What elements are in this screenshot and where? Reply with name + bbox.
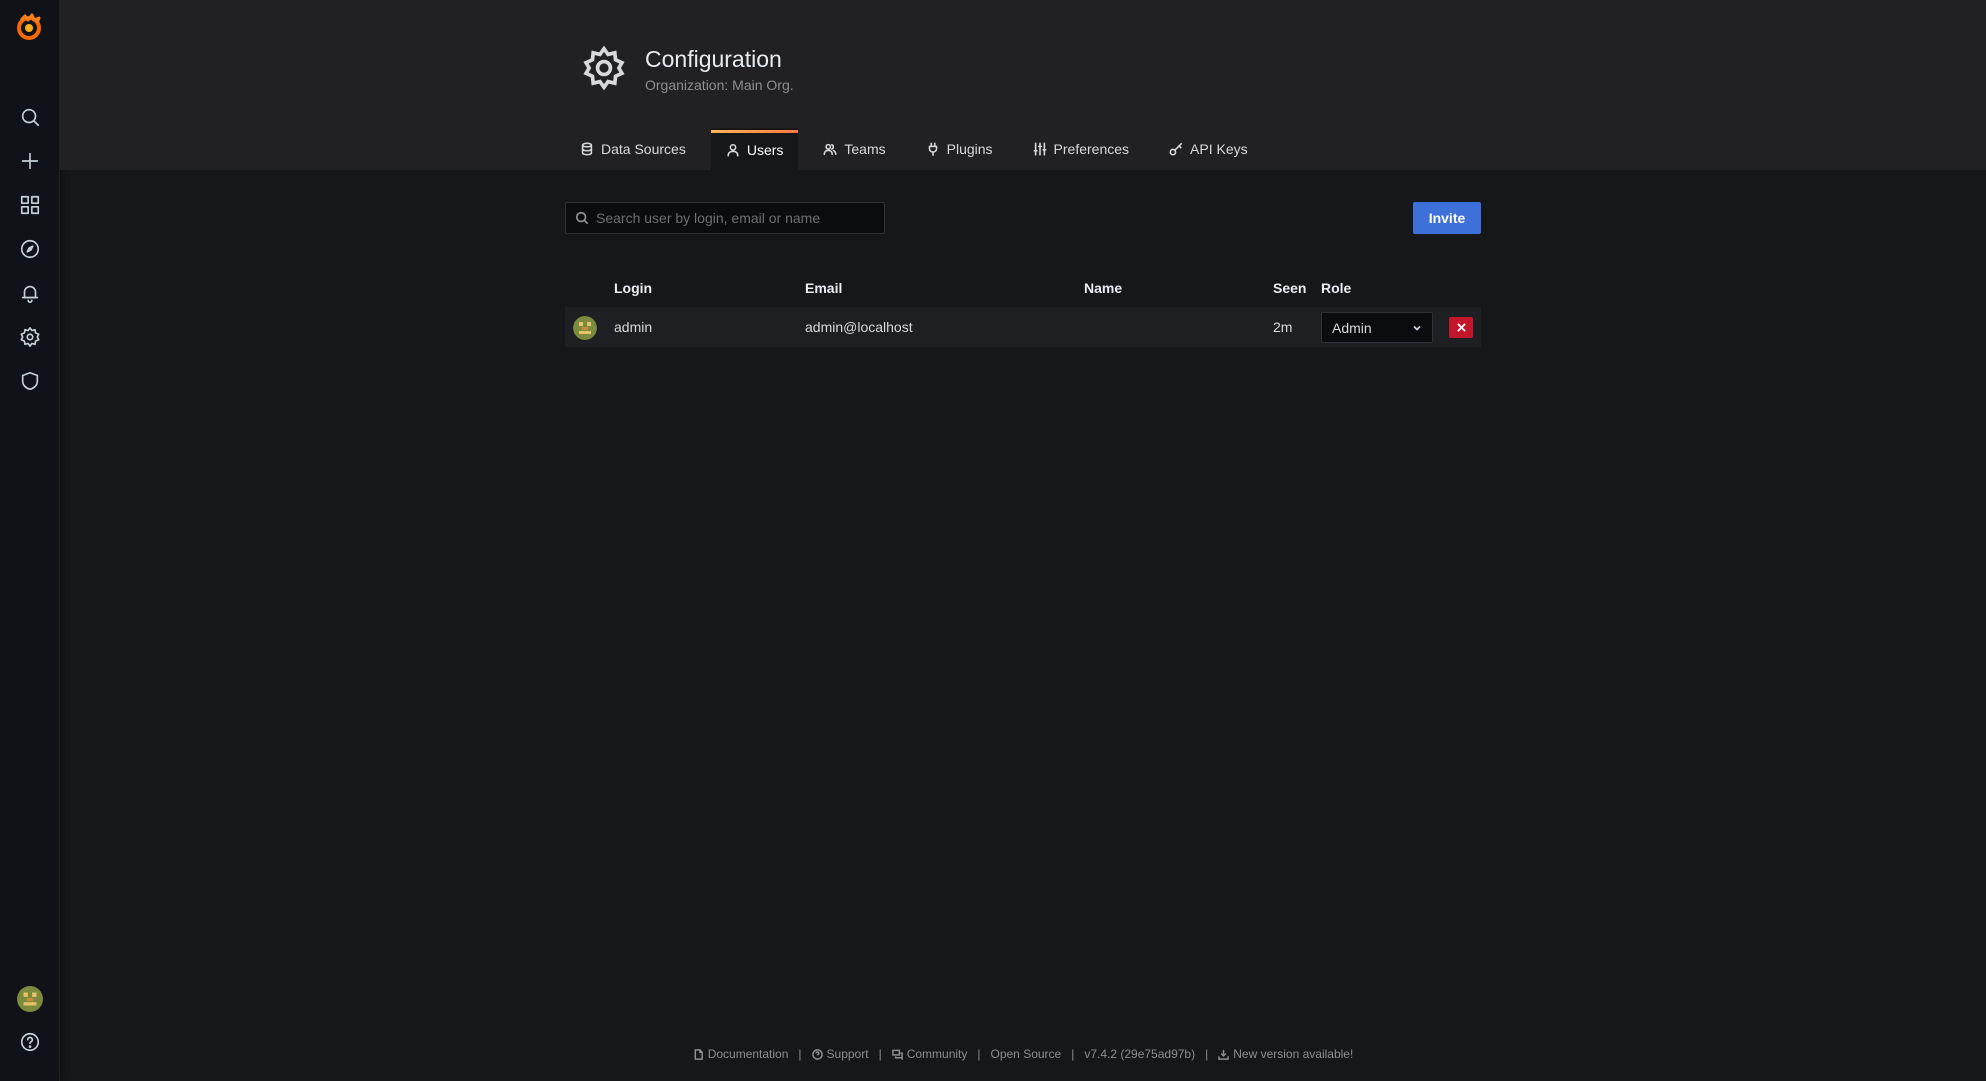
invite-button[interactable]: Invite [1413, 202, 1481, 234]
plug-icon [928, 142, 937, 156]
footer-link-new-version[interactable]: New version available! [1218, 1047, 1353, 1061]
gear-icon [582, 45, 626, 91]
database-icon [581, 142, 593, 156]
help-icon[interactable] [15, 1027, 45, 1057]
tab-preferences[interactable]: Preferences [1018, 128, 1144, 170]
tab-api-keys[interactable]: API Keys [1154, 128, 1263, 170]
user-seen: 2m [1273, 319, 1293, 335]
user-login[interactable]: admin [614, 307, 652, 347]
sidebar [0, 0, 60, 1081]
key-icon [1169, 142, 1183, 156]
explore-icon[interactable] [15, 234, 45, 264]
footer-label: Documentation [707, 1047, 789, 1061]
footer-label: Support [826, 1047, 869, 1061]
footer-separator: | [878, 1047, 882, 1061]
user-email[interactable]: admin@localhost [805, 307, 913, 347]
user-avatar [573, 316, 597, 340]
page-title: Configuration [645, 46, 782, 72]
footer-separator: | [798, 1047, 802, 1061]
footer-link-open-source[interactable]: Open Source [991, 1047, 1062, 1061]
tab-label: Data Sources [601, 141, 686, 157]
footer-link-documentation[interactable]: Documentation [693, 1047, 789, 1061]
close-icon [1456, 323, 1466, 332]
footer-separator: | [977, 1047, 981, 1061]
tab-label: Plugins [946, 141, 993, 157]
tab-label: API Keys [1190, 141, 1248, 157]
alerting-bell-icon[interactable] [15, 278, 45, 308]
search-icon[interactable] [15, 102, 45, 132]
user-avatar[interactable] [15, 984, 45, 1014]
tab-label: Teams [844, 141, 886, 157]
role-select-value: Admin [1332, 319, 1372, 336]
tab-plugins[interactable]: Plugins [911, 128, 1008, 170]
footer-link-support[interactable]: Support [811, 1047, 869, 1061]
delete-user-button[interactable] [1449, 317, 1473, 338]
tab-label: Preferences [1053, 141, 1130, 157]
plus-icon[interactable] [15, 146, 45, 176]
footer-separator: | [1071, 1047, 1075, 1061]
question-circle-icon [811, 1048, 823, 1060]
dashboards-icon[interactable] [15, 190, 45, 220]
tab-users[interactable]: Users [710, 128, 799, 170]
footer-label: Community [906, 1047, 968, 1061]
sliders-icon [1033, 142, 1047, 156]
shield-icon[interactable] [15, 366, 45, 396]
document-icon [694, 1048, 703, 1060]
column-header-name: Name [1084, 280, 1123, 296]
footer-link-community[interactable]: Community [891, 1047, 968, 1061]
page-subtitle: Organization: Main Org. [645, 77, 794, 93]
tab-label: Users [746, 142, 784, 158]
comments-icon [891, 1049, 903, 1060]
footer-label: New version available! [1233, 1047, 1354, 1061]
footer-label: v7.4.2 (29e75ad97b) [1084, 1047, 1196, 1061]
search-field[interactable] [565, 202, 885, 234]
gear-icon[interactable] [15, 322, 45, 352]
footer-separator: | [1205, 1047, 1209, 1061]
role-select[interactable]: Admin [1321, 312, 1433, 343]
tab-data-sources[interactable]: Data Sources [565, 128, 701, 170]
column-header-login: Login [614, 280, 653, 296]
user-icon [727, 143, 739, 157]
footer: Documentation | Support | Community | Op… [60, 1044, 1986, 1064]
grafana-logo-icon[interactable] [13, 11, 45, 43]
search-input[interactable] [596, 210, 876, 226]
column-header-role: Role [1321, 280, 1352, 296]
footer-label: Open Source [990, 1047, 1062, 1061]
download-icon [1218, 1049, 1230, 1060]
footer-version: v7.4.2 (29e75ad97b) [1084, 1047, 1195, 1061]
chevron-down-icon [1413, 325, 1421, 331]
column-header-seen: Seen [1273, 280, 1307, 296]
search-icon [575, 211, 589, 225]
column-header-email: Email [805, 280, 843, 296]
users-icon [823, 143, 837, 156]
page-header: Configuration Organization: Main Org. Da… [60, 0, 1986, 170]
tab-bar: Data Sources Users Teams Plugins Prefere… [565, 128, 1273, 170]
tab-teams[interactable]: Teams [808, 128, 900, 170]
